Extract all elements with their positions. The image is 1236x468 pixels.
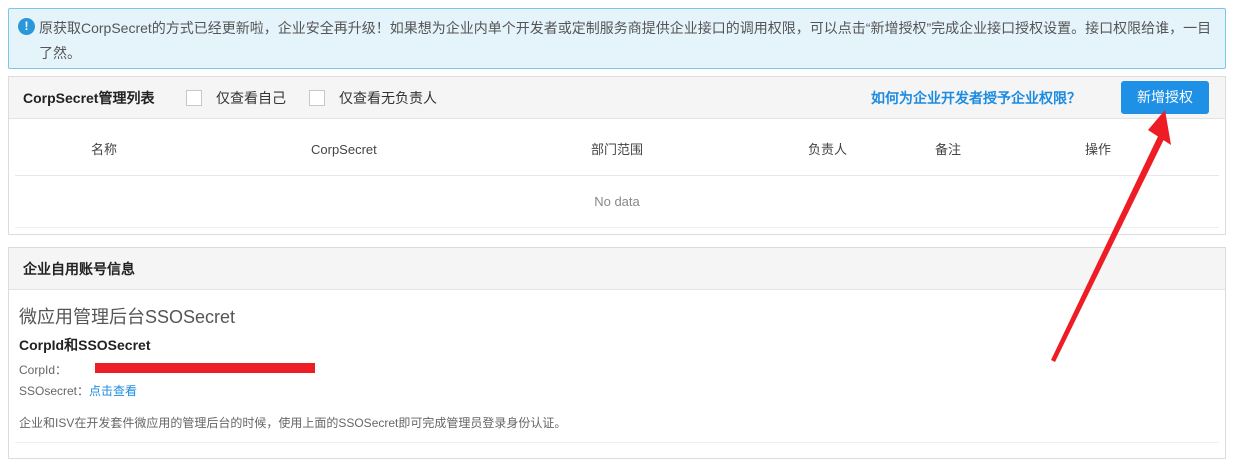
add-authorization-button[interactable]: 新增授权 [1121,81,1209,114]
info-icon: ! [18,18,35,35]
corpsecret-panel: CorpSecret管理列表 仅查看自己 仅查看无负责人 如何为企业开发者授予企… [8,76,1226,235]
corpsecret-panel-header: CorpSecret管理列表 仅查看自己 仅查看无负责人 如何为企业开发者授予企… [9,77,1225,119]
filter-self-label[interactable]: 仅查看自己 [216,77,286,119]
info-banner-text: 原获取CorpSecret的方式已经更新啦，企业安全再升级！如果想为企业内单个开… [39,20,1212,61]
column-name: 名称 [91,142,118,157]
column-owner: 负责人 [808,142,848,157]
sso-section-title: 微应用管理后台SSOSecret [19,307,236,327]
column-actions: 操作 [1085,142,1112,157]
info-banner: ! 原获取CorpSecret的方式已经更新啦，企业安全再升级！如果想为企业内单… [8,8,1226,69]
filter-self-checkbox[interactable] [186,90,202,106]
divider [15,442,1219,443]
filter-unowned-label[interactable]: 仅查看无负责人 [339,77,437,119]
redaction-bar [95,363,315,373]
filter-unowned-checkbox[interactable] [309,90,325,106]
column-corpsecret: CorpSecret [311,142,377,157]
corpid-field: CorpId： [19,361,67,378]
column-notes: 备注 [935,142,962,157]
divider [15,227,1219,228]
account-info-header: 企业自用账号信息 [9,248,1225,290]
table-header: 名称 CorpSecret 部门范围 负责人 备注 操作 [15,119,1219,176]
ssosecret-field: SSOsecret：点击查看 [19,382,137,399]
column-department-scope: 部门范围 [591,142,644,157]
corpid-label: CorpId： [19,363,68,377]
empty-state: No data [594,194,640,209]
view-secret-link[interactable]: 点击查看 [89,384,137,398]
account-info-panel: 企业自用账号信息 微应用管理后台SSOSecret CorpId和SSOSecr… [8,247,1226,459]
sso-description: 企业和ISV在开发套件微应用的管理后台的时候，使用上面的SSOSecret即可完… [19,416,567,430]
panel-title: CorpSecret管理列表 [23,90,155,106]
help-link[interactable]: 如何为企业开发者授予企业权限？ [871,77,1081,119]
account-info-title: 企业自用账号信息 [23,261,135,277]
sso-section-subtitle: CorpId和SSOSecret [19,337,151,353]
ssosecret-label: SSOsecret： [19,384,90,398]
